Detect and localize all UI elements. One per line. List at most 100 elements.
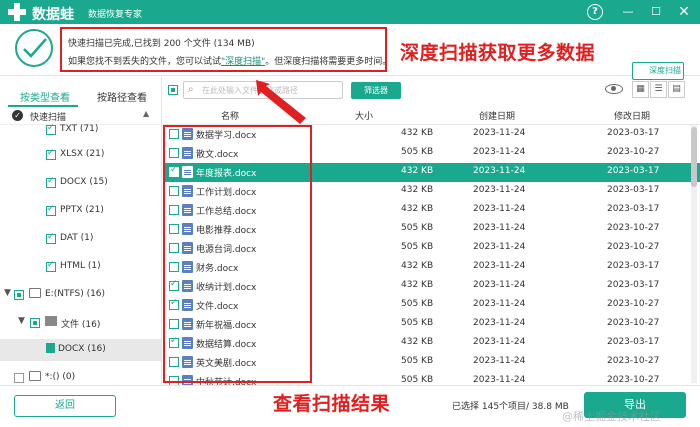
cell-modified: 2023-10-27 <box>607 318 660 328</box>
checkbox[interactable] <box>14 373 24 383</box>
sidebar-item-label: DOCX (15) <box>60 177 108 187</box>
tab-by-type[interactable]: 按类型查看 <box>20 89 70 104</box>
checkbox[interactable] <box>46 260 56 272</box>
chevron-down-icon[interactable]: ▼ <box>18 316 25 326</box>
sidebar-tabs: 按类型查看 按路径查看 <box>0 85 161 107</box>
cell-size: 505 KB <box>401 223 434 233</box>
search-placeholder: 在此处输入文件名称或路径 <box>202 86 298 95</box>
cell-modified: 2023-03-17 <box>607 261 660 271</box>
search-input[interactable]: ⌕ 在此处输入文件名称或路径 <box>183 81 343 99</box>
cell-modified: 2023-10-27 <box>607 356 660 366</box>
footer-bar: 返回 查看扫描结果 已选择 145个项目/ 38.8 MB 导出 @稀土掘金技术… <box>0 385 700 427</box>
column-header-modified[interactable]: 修改日期 <box>614 109 650 122</box>
checkbox[interactable] <box>14 290 24 300</box>
sidebar-item-docx[interactable]: DOCX (15) <box>0 172 161 194</box>
cell-size: 505 KB <box>401 147 434 157</box>
sidebar-item-label: XLSX (21) <box>60 149 105 159</box>
cell-created: 2023-11-24 <box>473 375 526 385</box>
checkbox[interactable] <box>30 318 40 328</box>
cell-size: 432 KB <box>401 261 434 271</box>
close-button[interactable]: ✕ <box>676 4 692 20</box>
cell-modified: 2023-10-27 <box>607 242 660 252</box>
docx-folder-icon <box>46 343 55 353</box>
select-all-checkbox[interactable] <box>168 85 178 95</box>
sidebar-item-label: PPTX (21) <box>60 205 104 215</box>
folder-icon <box>45 316 57 326</box>
cell-created: 2023-11-24 <box>473 337 526 347</box>
maximize-button[interactable]: ☐ <box>648 4 664 20</box>
cell-modified: 2023-03-17 <box>607 185 660 195</box>
annotation-deep-scan: 深度扫描获取更多数据 <box>400 42 596 64</box>
sidebar-item-pptx[interactable]: PPTX (21) <box>0 200 161 222</box>
drive-icon <box>29 371 41 381</box>
cell-modified: 2023-03-17 <box>607 337 660 347</box>
cell-created: 2023-11-24 <box>473 356 526 366</box>
tab-by-path[interactable]: 按路径查看 <box>97 89 147 104</box>
cell-modified: 2023-10-27 <box>607 147 660 157</box>
cell-created: 2023-11-24 <box>473 185 526 195</box>
cell-created: 2023-11-24 <box>473 147 526 157</box>
selected-count: 已选择 145个项目/ 38.8 MB <box>452 402 569 412</box>
scan-complete-check-icon <box>15 29 53 67</box>
chevron-up-icon[interactable]: ▲ <box>143 109 149 118</box>
app-logo-icon <box>8 3 26 21</box>
checkbox[interactable] <box>46 176 56 188</box>
sidebar-item-docx-folder[interactable]: DOCX (16) <box>0 339 161 361</box>
cell-created: 2023-11-24 <box>473 280 526 290</box>
annotation-box-results <box>163 125 312 383</box>
back-button[interactable]: 返回 <box>14 395 116 417</box>
minimize-button[interactable]: — <box>620 4 636 20</box>
sidebar-item-folder[interactable]: ▼ 文件 (16) <box>0 312 161 334</box>
checkbox[interactable] <box>46 232 56 244</box>
chevron-down-icon[interactable]: ▼ <box>4 288 11 298</box>
cell-created: 2023-11-24 <box>473 128 526 138</box>
cell-modified: 2023-10-27 <box>607 375 660 385</box>
checkbox[interactable] <box>46 123 56 135</box>
sidebar-item-html[interactable]: HTML (1) <box>0 256 161 278</box>
cell-created: 2023-11-24 <box>473 318 526 328</box>
cell-modified: 2023-03-17 <box>607 204 660 214</box>
app-subtitle: 数据恢复专家 <box>88 10 143 20</box>
cell-modified: 2023-03-17 <box>607 166 660 176</box>
app-name: 数据蛙 <box>32 7 74 23</box>
eye-icon[interactable] <box>605 84 623 94</box>
cell-size: 432 KB <box>401 204 434 214</box>
watermark: @稀土掘金技术社区 <box>562 410 661 423</box>
cell-modified: 2023-03-17 <box>607 280 660 290</box>
sidebar-item-label: HTML (1) <box>60 261 101 271</box>
sidebar-item-label: TXT (71) <box>60 124 99 134</box>
checkbox[interactable] <box>46 204 56 216</box>
cell-size: 432 KB <box>401 280 434 290</box>
cell-size: 505 KB <box>401 242 434 252</box>
annotation-view-results: 查看扫描结果 <box>273 393 391 415</box>
cell-size: 505 KB <box>401 318 434 328</box>
column-header-size[interactable]: 大小 <box>355 109 373 122</box>
cell-modified: 2023-03-17 <box>607 128 660 138</box>
cell-created: 2023-11-24 <box>473 223 526 233</box>
vertical-scrollbar[interactable] <box>691 125 697 383</box>
cell-created: 2023-11-24 <box>473 166 526 176</box>
detail-view-icon[interactable]: ▤ <box>668 81 685 98</box>
column-header-created[interactable]: 创建日期 <box>479 109 515 122</box>
sidebar-item-txt[interactable]: TXT (71) <box>0 119 161 141</box>
sidebar-item-label: E:(NTFS) (16) <box>45 289 106 299</box>
sidebar-item-drive-e[interactable]: ▼ E:(NTFS) (16) <box>0 284 161 306</box>
cell-created: 2023-11-24 <box>473 299 526 309</box>
scrollbar-thumb[interactable] <box>691 127 697 187</box>
search-icon: ⌕ <box>188 84 194 95</box>
list-view-icon[interactable]: ☰ <box>650 81 667 98</box>
sidebar-item-label: *:() (0) <box>45 372 76 382</box>
sidebar-item-dat[interactable]: DAT (1) <box>0 228 161 250</box>
annotation-box-status <box>60 27 387 72</box>
sidebar-item-label: DAT (1) <box>60 233 94 243</box>
cell-size: 432 KB <box>401 166 434 176</box>
cell-created: 2023-11-24 <box>473 242 526 252</box>
grid-view-icon[interactable]: ▦ <box>632 81 649 98</box>
sidebar-item-drive-other[interactable]: *:() (0) <box>0 367 161 385</box>
column-header-name[interactable]: 名称 <box>221 109 239 122</box>
checkbox[interactable] <box>46 148 56 160</box>
cell-created: 2023-11-24 <box>473 261 526 271</box>
help-icon[interactable]: ? <box>587 4 603 20</box>
sidebar-item-xlsx[interactable]: XLSX (21) <box>0 144 161 166</box>
filter-button[interactable]: 筛选器 <box>351 82 401 99</box>
